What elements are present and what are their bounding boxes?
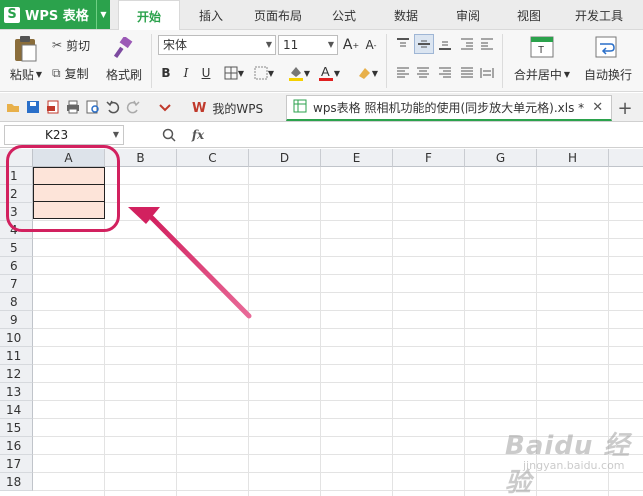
annotation-arrow-icon (128, 207, 252, 319)
baidu-watermark-logo: Baidu 经验 jingyan.baidu.com (505, 425, 635, 496)
watermark-sub: jingyan.baidu.com (523, 459, 625, 472)
